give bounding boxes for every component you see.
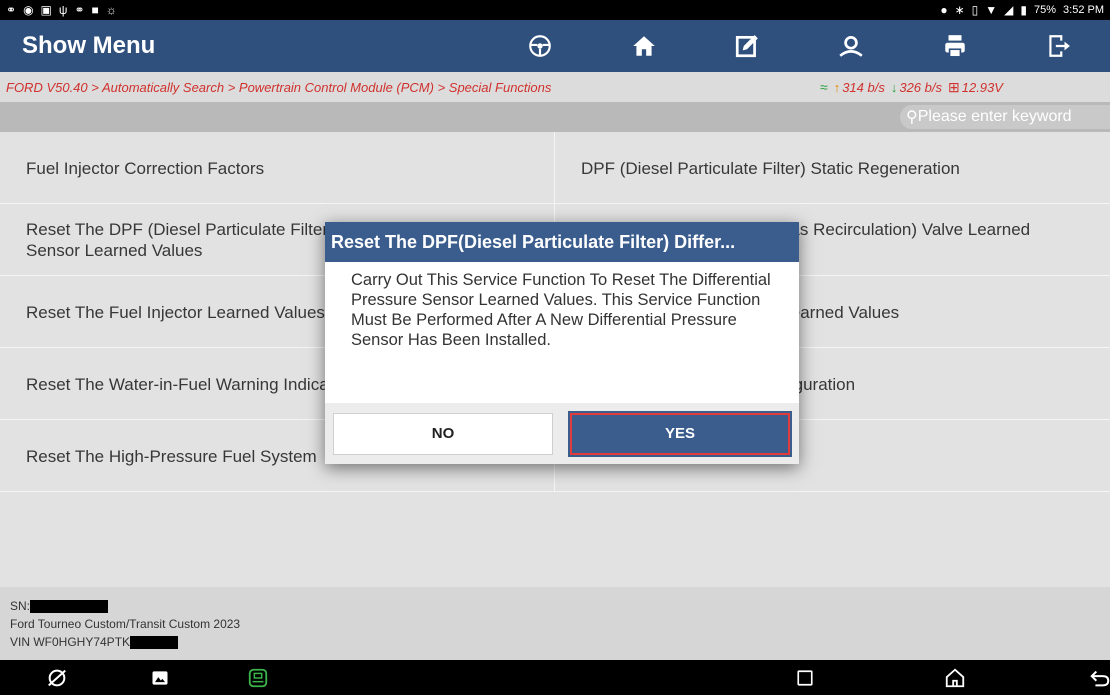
exit-button[interactable] <box>1006 20 1110 72</box>
breadcrumb: FORD V50.40 > Automatically Search > Pow… <box>6 79 552 95</box>
search-input[interactable] <box>917 108 1108 126</box>
location-icon: ● <box>940 3 948 17</box>
download-arrow-icon: ↓ <box>890 79 898 95</box>
back-button[interactable] <box>1088 666 1110 690</box>
user-icon <box>839 35 863 57</box>
page-title: Show Menu <box>22 32 156 59</box>
yes-button[interactable]: YES <box>568 410 792 457</box>
search-icon: ⚲ <box>906 109 918 126</box>
wifi-icon: ≈ <box>820 79 828 95</box>
image-icon: ▣ <box>40 3 52 17</box>
edit-report-button[interactable] <box>696 20 800 72</box>
redacted-serial <box>30 599 109 613</box>
recents-icon <box>797 670 813 686</box>
browser-app-button[interactable] <box>45 666 69 690</box>
browser-icon <box>48 669 66 687</box>
battery-percent: 75% <box>1034 4 1057 16</box>
vin-value: VIN WF0HGHY74PTK <box>10 635 131 649</box>
home-outline-icon <box>945 668 965 688</box>
confirm-dialog: Reset The DPF(Diesel Particulate Filter)… <box>325 222 799 464</box>
signal-icon: ◢ <box>1004 3 1014 17</box>
steering-wheel-button[interactable] <box>488 20 592 72</box>
voltage-value: 12.93V <box>961 79 1003 95</box>
link-icon: ⚭ <box>74 3 85 17</box>
download-rate: ↓ 326 b/s <box>891 80 942 95</box>
dialog-footer: NO YES <box>325 403 799 464</box>
recents-button[interactable] <box>793 666 817 690</box>
search-box: ⚲ <box>900 105 1110 129</box>
battery-icon: ▮ <box>1020 3 1027 17</box>
clock: 3:52 PM <box>1063 4 1104 16</box>
vehicle-model: Ford Tourneo Custom/Transit Custom 2023 <box>10 617 241 631</box>
home-button[interactable] <box>592 20 696 72</box>
app-header: Show Menu <box>0 20 1110 72</box>
accessibility-icon: ☼ <box>105 3 117 17</box>
connection-stats: ≈ ↑ 314 b/s ↓ 326 b/s ⊞ 12.93V <box>820 79 1003 96</box>
steering-wheel-icon <box>529 35 551 57</box>
navigation-bar <box>0 660 1110 695</box>
upload-arrow-icon: ↑ <box>833 79 841 95</box>
link-icon: ⚭ <box>6 3 17 17</box>
vci-icon <box>248 668 268 688</box>
dialog-title: Reset The DPF(Diesel Particulate Filter)… <box>325 222 799 262</box>
upload-value: 314 b/s <box>842 79 885 95</box>
print-button[interactable] <box>903 20 1007 72</box>
vin-row: VIN WF0HGHY74PTK <box>10 633 1110 651</box>
sn-label: SN: <box>10 599 31 613</box>
upload-rate: ↑ 314 b/s <box>834 80 885 95</box>
voltage: ⊞ 12.93V <box>948 79 1003 96</box>
no-button[interactable]: NO <box>333 412 553 455</box>
home-icon <box>632 36 655 56</box>
notification-icons: ⚭ ◉ ▣ ψ ⚭ ■ ☼ <box>6 4 117 16</box>
serial-number-row: SN: <box>10 597 1110 615</box>
vibrate-icon: ▯ <box>971 3 979 17</box>
system-icons: ● ∗ ▯ ▼ ◢ ▮ 75% 3:52 PM <box>940 4 1104 16</box>
print-icon <box>944 35 965 58</box>
home-nav-button[interactable] <box>943 666 967 690</box>
exit-icon <box>1049 35 1071 57</box>
search-row: ⚲ <box>0 102 1110 132</box>
dialog-message: Carry Out This Service Function To Reset… <box>351 271 771 349</box>
vci-app-button[interactable] <box>246 666 270 690</box>
status-bar: ⚭ ◉ ▣ ψ ⚭ ■ ☼ ● ∗ ▯ ▼ ◢ ▮ 75% 3:52 PM <box>0 0 1110 20</box>
breadcrumb-bar: FORD V50.40 > Automatically Search > Pow… <box>0 72 1110 102</box>
download-value: 326 b/s <box>899 79 942 95</box>
user-button[interactable] <box>799 20 903 72</box>
back-arrow-icon <box>1090 670 1110 687</box>
car-battery-icon: ⊞ <box>948 78 960 95</box>
vehicle-info: SN: Ford Tourneo Custom/Transit Custom 2… <box>0 587 1110 660</box>
wifi-icon: ▼ <box>985 3 998 17</box>
edit-report-icon <box>736 35 759 58</box>
usb-icon: ψ <box>58 3 68 17</box>
redacted-vin <box>130 635 179 649</box>
video-icon: ■ <box>91 3 99 17</box>
gallery-icon <box>152 671 168 685</box>
gallery-app-button[interactable] <box>148 666 172 690</box>
browser-icon: ◉ <box>23 3 34 17</box>
bluetooth-icon: ∗ <box>954 3 965 17</box>
